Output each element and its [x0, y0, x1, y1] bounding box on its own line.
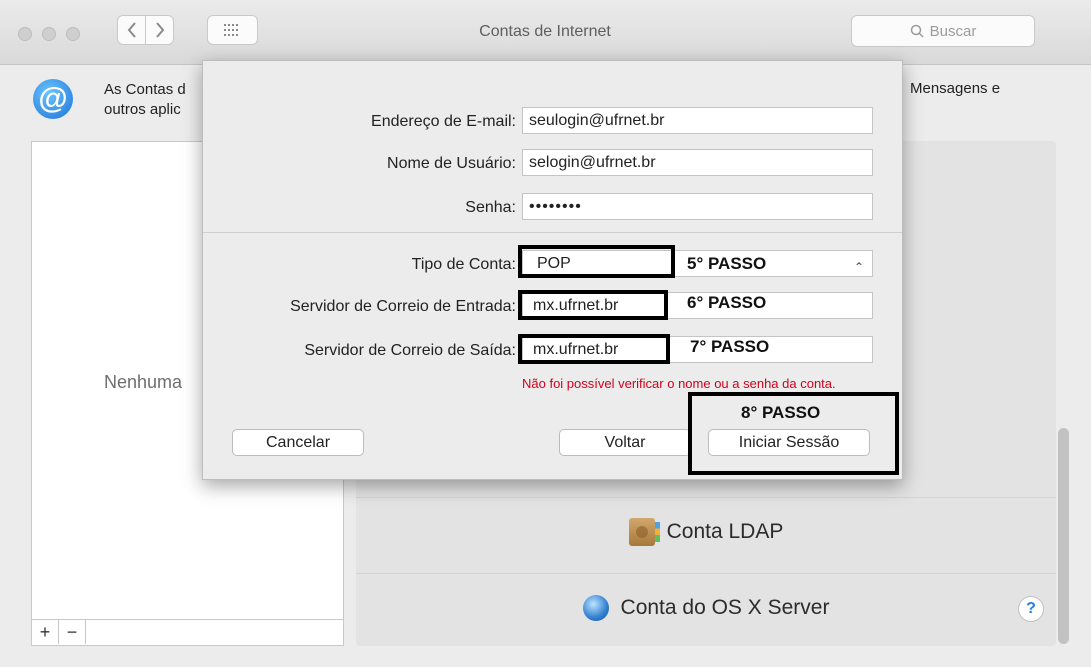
osx-server-icon — [582, 595, 609, 621]
scrollbar[interactable] — [1058, 428, 1069, 644]
zoom-window-button[interactable] — [66, 27, 80, 41]
provider-label: Conta do OS X Server — [620, 596, 830, 619]
list-footer: + − — [32, 619, 343, 645]
chevron-right-icon — [155, 22, 164, 38]
email-field[interactable]: seulogin@ufrnet.br — [522, 107, 873, 134]
password-field[interactable]: •••••••• — [522, 193, 873, 220]
provider-ldap[interactable]: Conta LDAP — [356, 497, 1056, 566]
provider-label: Conta LDAP — [666, 520, 784, 543]
grid-icon — [223, 24, 238, 36]
internet-accounts-icon: @ — [33, 79, 73, 119]
step7-label: 7° PASSO — [690, 337, 770, 356]
help-button[interactable]: ? — [1018, 596, 1044, 622]
pane-description-line1: As Contas d — [104, 81, 186, 98]
search-field[interactable]: Buscar — [851, 15, 1035, 47]
updown-chevron-icon: ⌃ — [853, 260, 864, 274]
pane-description: As Contas d outros aplic — [104, 80, 200, 120]
ldap-icon — [628, 518, 660, 546]
email-label: Endereço de E-mail: — [371, 113, 516, 130]
back-button[interactable]: Voltar — [559, 429, 691, 456]
close-window-button[interactable] — [18, 27, 32, 41]
annotation-box-incoming — [518, 290, 668, 320]
pane-description-right: Mensagens e — [910, 80, 1001, 97]
show-all-button[interactable] — [207, 15, 258, 45]
forward-nav-button[interactable] — [145, 15, 174, 45]
step8-label: 8° PASSO — [741, 403, 821, 422]
error-message: Não foi possível verificar o nome ou a s… — [522, 376, 836, 391]
search-icon — [910, 24, 924, 38]
password-label: Senha: — [465, 199, 516, 216]
step5-label: 5° PASSO — [687, 254, 767, 273]
chevron-left-icon — [127, 22, 136, 38]
incoming-server-label: Servidor de Correio de Entrada: — [290, 298, 516, 315]
cancel-button[interactable]: Cancelar — [232, 429, 364, 456]
step6-label: 6° PASSO — [687, 293, 767, 312]
pane-description-line2: outros aplic — [104, 101, 181, 118]
section-divider — [203, 232, 902, 233]
window-title: Contas de Internet — [479, 23, 611, 40]
provider-osx-server[interactable]: Conta do OS X Server — [356, 573, 1056, 642]
annotation-box-outgoing — [518, 334, 670, 364]
username-label: Nome de Usuário: — [387, 155, 516, 172]
empty-list-label: Nenhuma — [104, 372, 183, 392]
back-nav-button[interactable] — [117, 15, 146, 45]
remove-account-button[interactable]: − — [59, 620, 86, 644]
title-bar: Contas de Internet Buscar — [0, 0, 1091, 65]
outgoing-server-label: Servidor de Correio de Saída: — [304, 342, 516, 359]
account-type-label: Tipo de Conta: — [411, 256, 516, 273]
annotation-box-account-type — [518, 245, 675, 278]
search-placeholder: Buscar — [929, 22, 977, 40]
username-field[interactable]: selogin@ufrnet.br — [522, 149, 873, 176]
add-account-button[interactable]: + — [32, 620, 59, 644]
minimize-window-button[interactable] — [42, 27, 56, 41]
